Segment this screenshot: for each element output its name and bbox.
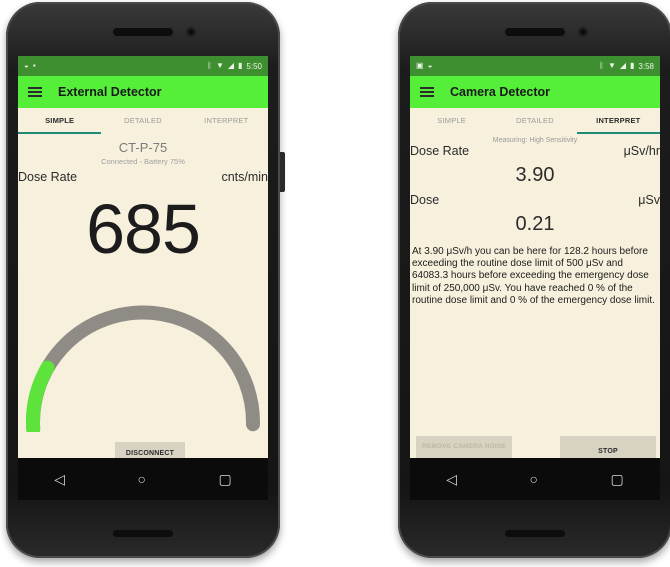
- gauge-track: [26, 305, 261, 432]
- measuring-mode: Measuring: High Sensitivity: [492, 137, 578, 144]
- app-title: Camera Detector: [450, 85, 551, 99]
- tab-indicator: [577, 132, 660, 134]
- left-screen: ◒ ▪ ᛒ ▼ ◢ ▮ 5:50 External Detector SIMPL…: [18, 56, 268, 500]
- hamburger-menu-icon[interactable]: [420, 87, 434, 97]
- dose-rate-label: Dose Rate: [410, 144, 470, 158]
- notification-icon: ◒: [427, 61, 433, 70]
- status-bar: ◒ ▪ ᛒ ▼ ◢ ▮ 5:50: [18, 56, 268, 76]
- tab-simple[interactable]: SIMPLE: [410, 108, 493, 134]
- tab-simple[interactable]: SIMPLE: [18, 108, 101, 134]
- interpretation-text: At 3.90 μSv/h you can be here for 128.2 …: [412, 246, 655, 306]
- wifi-icon: ▼: [607, 61, 616, 70]
- nav-bar: ◁ ○ ▢: [18, 458, 268, 500]
- notification-icon: ▪: [32, 61, 36, 70]
- dose-rate-label: Dose Rate: [18, 170, 78, 184]
- hamburger-menu-icon[interactable]: [28, 87, 42, 97]
- status-bar: ▣ ◒ ᛒ ▼ ◢ ▮ 3:58: [410, 56, 660, 76]
- connection-status: Connected - Battery 75%: [101, 157, 185, 166]
- dose-value: 0.21: [515, 213, 555, 235]
- earpiece-speaker: [505, 28, 565, 36]
- tab-interpret[interactable]: INTERPRET: [577, 108, 660, 134]
- dose-rate-value: 685: [86, 190, 201, 268]
- home-icon[interactable]: ○: [530, 471, 538, 487]
- home-icon[interactable]: ○: [138, 471, 146, 487]
- tab-bar: SIMPLE DETAILED INTERPRET: [410, 108, 660, 134]
- back-icon[interactable]: ◁: [446, 471, 457, 488]
- dose-label: Dose: [410, 193, 440, 207]
- earpiece-speaker: [113, 28, 173, 36]
- signal-icon: ◢: [619, 61, 627, 70]
- clock: 5:50: [246, 61, 262, 71]
- dose-rate-value: 3.90: [515, 164, 555, 186]
- dose-rate-unit: μSv/hr: [623, 144, 660, 158]
- dose-rate-unit: cnts/min: [221, 170, 268, 184]
- tab-bar: SIMPLE DETAILED INTERPRET: [18, 108, 268, 134]
- notification-icon: ◒: [24, 61, 29, 70]
- app-bar: External Detector: [18, 76, 268, 108]
- front-camera: [186, 27, 196, 37]
- dose-rate-header: Dose Rate μSv/hr: [410, 144, 660, 158]
- notification-icon: ▣: [416, 61, 424, 70]
- tab-interpret[interactable]: INTERPRET: [185, 108, 268, 134]
- battery-icon: ▮: [238, 61, 243, 70]
- recents-icon[interactable]: ▢: [611, 471, 624, 488]
- left-phone: ◒ ▪ ᛒ ▼ ◢ ▮ 5:50 External Detector SIMPL…: [6, 2, 285, 558]
- tab-detailed[interactable]: DETAILED: [101, 108, 184, 134]
- wifi-icon: ▼: [215, 61, 224, 70]
- dose-unit: μSv: [638, 193, 660, 207]
- right-screen: ▣ ◒ ᛒ ▼ ◢ ▮ 3:58 Camera Detector SIMPLE …: [410, 56, 660, 500]
- bluetooth-icon: ᛒ: [207, 61, 212, 70]
- dose-rate-gauge: [25, 305, 261, 432]
- tab-detailed[interactable]: DETAILED: [493, 108, 576, 134]
- clock: 3:58: [638, 61, 654, 71]
- bottom-speaker: [113, 530, 173, 537]
- bottom-speaker: [505, 530, 565, 537]
- tab-indicator: [18, 132, 101, 134]
- gauge-fill: [25, 360, 55, 432]
- recents-icon[interactable]: ▢: [219, 471, 232, 488]
- dose-rate-header: Dose Rate cnts/min: [18, 170, 268, 184]
- power-button: [280, 152, 285, 192]
- dose-header: Dose μSv: [410, 193, 660, 207]
- battery-icon: ▮: [630, 61, 635, 70]
- right-phone: ▣ ◒ ᛒ ▼ ◢ ▮ 3:58 Camera Detector SIMPLE …: [398, 2, 670, 558]
- app-title: External Detector: [58, 85, 162, 99]
- nav-bar: ◁ ○ ▢: [410, 458, 660, 500]
- device-name: CT-P-75: [118, 140, 168, 155]
- app-bar: Camera Detector: [410, 76, 660, 108]
- front-camera: [578, 27, 588, 37]
- signal-icon: ◢: [227, 61, 235, 70]
- back-icon[interactable]: ◁: [54, 471, 65, 488]
- bluetooth-icon: ᛒ: [599, 61, 604, 70]
